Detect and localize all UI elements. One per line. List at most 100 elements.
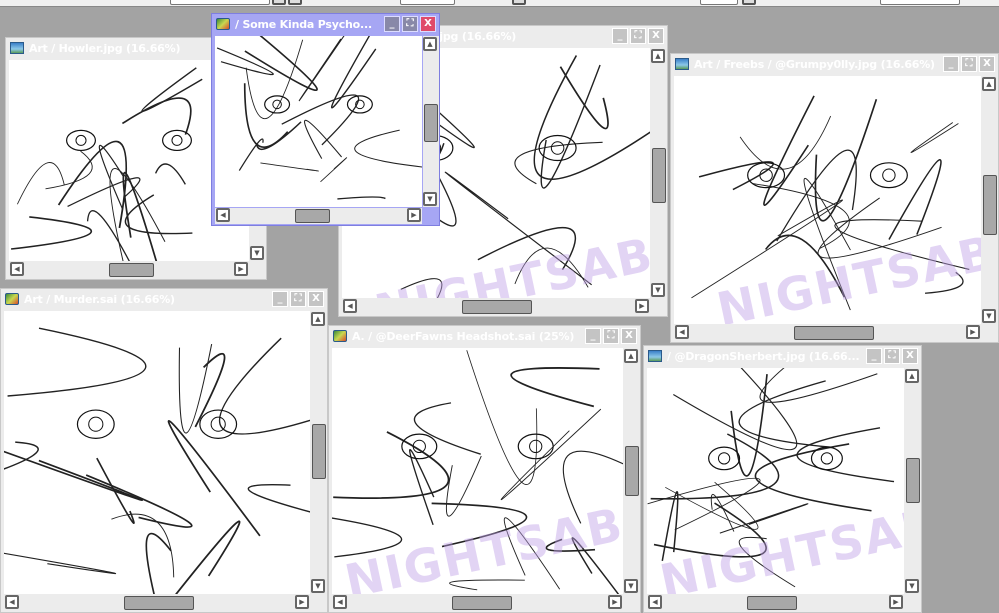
image-file-icon — [675, 58, 689, 70]
scroll-left-arrow[interactable]: ◀ — [675, 325, 689, 339]
minimize-button[interactable]: _ — [384, 16, 400, 32]
canvas-area[interactable]: NIGHTSABRA — [674, 76, 981, 324]
scroll-up-arrow[interactable]: ▲ — [905, 369, 919, 383]
horizontal-scroll-thumb[interactable] — [794, 326, 874, 340]
document-window-dragon[interactable]: / @DragonSherbert.jpg (16.66... _ ⛶ X NIGHTS… — [643, 345, 922, 613]
horizontal-scroll-thumb[interactable] — [747, 596, 797, 610]
canvas-area[interactable] — [4, 311, 310, 594]
scroll-down-arrow[interactable]: ▼ — [624, 579, 638, 593]
scroll-right-arrow[interactable]: ▶ — [889, 595, 903, 609]
scroll-down-arrow[interactable]: ▼ — [311, 579, 325, 593]
minimize-button[interactable]: _ — [866, 348, 882, 364]
horizontal-scroll-thumb[interactable] — [462, 300, 532, 314]
horizontal-scrollbar[interactable]: ◀ ▶ — [9, 262, 249, 278]
maximize-button[interactable]: ⛶ — [630, 28, 646, 44]
vertical-scrollbar[interactable]: ▲▼ — [651, 48, 667, 298]
window-title-bar[interactable]: A. / @DeerFawns Headshot.sai (25%) _ ⛶ X — [329, 326, 640, 346]
horizontal-scrollbar[interactable]: ◀ ▶ — [215, 208, 422, 224]
scroll-up-arrow[interactable]: ▲ — [982, 77, 996, 91]
scroll-right-arrow[interactable]: ▶ — [966, 325, 980, 339]
toolbar-button[interactable] — [272, 0, 286, 5]
scroll-right-arrow[interactable]: ▶ — [234, 262, 248, 276]
vertical-scroll-thumb[interactable] — [983, 175, 997, 236]
window-title-bar[interactable]: Art / Freebs / @Grumpy0lly.jpg (16.66%) _… — [671, 54, 998, 74]
scroll-up-arrow[interactable]: ▲ — [624, 349, 638, 363]
scroll-down-arrow[interactable]: ▼ — [905, 579, 919, 593]
maximize-button[interactable]: ⛶ — [961, 56, 977, 72]
vertical-scroll-thumb[interactable] — [424, 104, 438, 142]
scroll-down-arrow[interactable]: ▼ — [423, 192, 437, 206]
scroll-right-arrow[interactable]: ▶ — [608, 595, 622, 609]
close-button[interactable]: X — [979, 56, 995, 72]
scroll-up-arrow[interactable]: ▲ — [651, 49, 665, 63]
close-button[interactable]: X — [308, 291, 324, 307]
horizontal-scrollbar[interactable]: ◀ ▶ — [674, 325, 981, 341]
minimize-button[interactable]: _ — [272, 291, 288, 307]
vertical-scrollbar[interactable]: ▲▼ — [311, 311, 327, 594]
window-controls: _⛶X — [612, 28, 664, 44]
vertical-scroll-thumb[interactable] — [652, 148, 666, 203]
scroll-left-arrow[interactable]: ◀ — [10, 262, 24, 276]
horizontal-scroll-thumb[interactable] — [109, 263, 154, 277]
canvas-area[interactable]: NIGHTSABRA — [647, 368, 904, 594]
vertical-scroll-thumb[interactable] — [312, 424, 326, 480]
toolbar-field[interactable] — [700, 0, 738, 5]
vertical-scrollbar[interactable]: ▲▼ — [624, 348, 640, 594]
horizontal-scroll-thumb[interactable] — [124, 596, 194, 610]
document-window-deer[interactable]: A. / @DeerFawns Headshot.sai (25%) _ ⛶ X NIG… — [328, 325, 641, 613]
scroll-down-arrow[interactable]: ▼ — [250, 246, 264, 260]
maximize-button[interactable]: ⛶ — [402, 16, 418, 32]
horizontal-scrollbar[interactable]: ◀ ▶ — [647, 595, 904, 611]
toolbar-button[interactable] — [288, 0, 302, 5]
window-title-bar[interactable]: / @DragonSherbert.jpg (16.66... _ ⛶ X — [644, 346, 921, 366]
scroll-left-arrow[interactable]: ◀ — [333, 595, 347, 609]
minimize-button[interactable]: _ — [943, 56, 959, 72]
minimize-button[interactable]: _ — [612, 28, 628, 44]
scroll-right-arrow[interactable]: ▶ — [407, 208, 421, 222]
window-controls: _⛶X — [943, 56, 995, 72]
scroll-right-arrow[interactable]: ▶ — [635, 299, 649, 313]
scroll-up-arrow[interactable]: ▲ — [311, 312, 325, 326]
scroll-down-arrow[interactable]: ▼ — [982, 309, 996, 323]
scroll-right-arrow[interactable]: ▶ — [295, 595, 309, 609]
maximize-button[interactable]: ⛶ — [884, 348, 900, 364]
toolbar-dropdown[interactable] — [880, 0, 960, 5]
toolbar-button[interactable] — [742, 0, 756, 5]
scroll-left-arrow[interactable]: ◀ — [5, 595, 19, 609]
maximize-button[interactable]: ⛶ — [603, 328, 619, 344]
canvas-area[interactable] — [215, 36, 422, 207]
close-button[interactable]: X — [621, 328, 637, 344]
horizontal-scrollbar[interactable]: ◀ ▶ — [342, 299, 650, 315]
maximize-button[interactable]: ⛶ — [290, 291, 306, 307]
toolbar-dropdown[interactable] — [170, 0, 270, 5]
document-window-grumpy[interactable]: Art / Freebs / @Grumpy0lly.jpg (16.66%) _… — [670, 53, 999, 343]
scroll-down-arrow[interactable]: ▼ — [651, 283, 665, 297]
window-title-bar[interactable]: Art / Murder.sai (16.66%) _ ⛶ X — [1, 289, 327, 309]
document-window-psycho[interactable]: / Some Kinda Psycho... _ ⛶ X ▲ ▼ ◀ ▶ — [211, 13, 440, 226]
window-title-bar[interactable]: / Some Kinda Psycho... _ ⛶ X — [212, 14, 439, 34]
scroll-left-arrow[interactable]: ◀ — [343, 299, 357, 313]
toolbar-button[interactable] — [512, 0, 526, 5]
horizontal-scroll-thumb[interactable] — [452, 596, 512, 610]
vertical-scrollbar[interactable]: ▲▼ — [905, 368, 921, 594]
horizontal-scrollbar[interactable]: ◀ ▶ — [332, 595, 623, 611]
vertical-scrollbar[interactable]: ▲▼ — [423, 36, 439, 207]
close-button[interactable]: X — [648, 28, 664, 44]
scroll-left-arrow[interactable]: ◀ — [216, 208, 230, 222]
window-controls: _⛶X — [384, 16, 436, 32]
toolbar-dropdown[interactable] — [400, 0, 455, 5]
close-button[interactable]: X — [902, 348, 918, 364]
close-button[interactable]: X — [420, 16, 436, 32]
vertical-scroll-thumb[interactable] — [625, 446, 639, 497]
scroll-up-arrow[interactable]: ▲ — [423, 37, 437, 51]
minimize-button[interactable]: _ — [585, 328, 601, 344]
horizontal-scrollbar[interactable]: ◀ ▶ — [4, 595, 310, 611]
sai-file-icon — [216, 18, 230, 30]
canvas-area[interactable]: NIGHTSABRA — [332, 348, 623, 594]
document-window-murder[interactable]: Art / Murder.sai (16.66%) _ ⛶ X ▲ ▼ ◀ ▶ — [0, 288, 328, 613]
vertical-scrollbar[interactable]: ▲▼ — [982, 76, 998, 324]
scroll-left-arrow[interactable]: ◀ — [648, 595, 662, 609]
horizontal-scroll-thumb[interactable] — [295, 209, 330, 223]
window-controls: _⛶X — [272, 291, 324, 307]
vertical-scroll-thumb[interactable] — [906, 458, 920, 504]
